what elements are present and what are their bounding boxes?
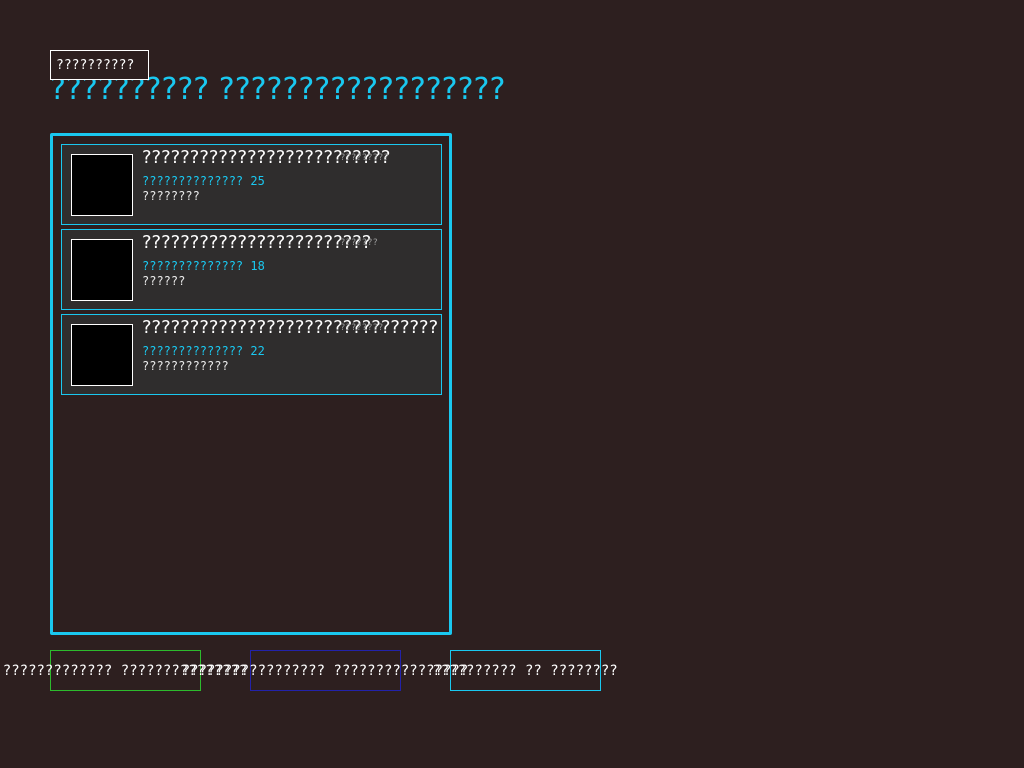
header-tag: ?????????? [50, 50, 149, 80]
card-meta: ?????????????? 25 [142, 174, 265, 188]
list-item[interactable]: ?????????????????????????? ????????? ???… [61, 144, 442, 225]
card-badge: ???????? [340, 323, 384, 333]
thumbnail-image [71, 154, 133, 216]
card-badge: ????????? [340, 153, 389, 163]
action-button-3-label: ?????????? ?? ???????? [432, 663, 618, 679]
card-subtitle: ?????? [142, 274, 186, 288]
card-title: ???????????????????????? [142, 232, 372, 253]
action-button-2-label: ????????????????? ???????????????? [181, 663, 469, 679]
thumbnail-image [71, 324, 133, 386]
list-item[interactable]: ??????????????????????????????? ????????… [61, 314, 442, 395]
card-badge: ??????? [340, 238, 378, 248]
card-meta: ?????????????? 18 [142, 259, 265, 273]
card-list-panel: ?????????????????????????? ????????? ???… [50, 133, 452, 635]
card-subtitle: ???????????? [142, 359, 229, 373]
card-title: ??????????????????????????????? [142, 317, 439, 338]
card-meta: ?????????????? 22 [142, 344, 265, 358]
card-subtitle: ???????? [142, 189, 200, 203]
thumbnail-image [71, 239, 133, 301]
list-item[interactable]: ???????????????????????? ??????? ???????… [61, 229, 442, 310]
